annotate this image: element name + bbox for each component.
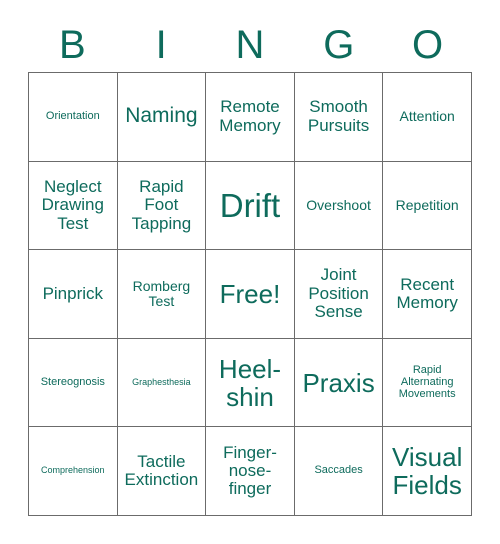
bingo-cell[interactable]: Drift: [206, 161, 295, 251]
bingo-cell-label: Drift: [219, 186, 281, 224]
bingo-cell[interactable]: Romberg Test: [117, 250, 207, 339]
bingo-cell-label: Tactile Extinction: [124, 451, 199, 490]
bingo-cell[interactable]: Graphesthesia: [117, 338, 207, 428]
bingo-cell-label: Repetition: [395, 196, 459, 213]
bingo-cell[interactable]: Visual Fields: [383, 427, 472, 516]
bingo-cell[interactable]: Stereognosis: [29, 338, 118, 428]
bingo-cell-label: Free!: [219, 278, 281, 309]
bingo-cell[interactable]: Tactile Extinction: [117, 427, 207, 516]
bingo-cell-label: Rapid Foot Tapping: [131, 176, 192, 233]
bingo-cell-label: Visual Fields: [392, 442, 463, 501]
bingo-cell[interactable]: Heel-shin: [206, 338, 295, 428]
bingo-cell-label: Rapid Alternating Movements: [398, 363, 456, 400]
bingo-cell-label: Remote Memory: [219, 97, 281, 135]
bingo-cell-label: Neglect Drawing Test: [41, 176, 104, 233]
bingo-header-letter-i: I: [155, 23, 167, 67]
bingo-header-letter-b: B: [59, 23, 86, 67]
bingo-header-letter-g: G: [323, 23, 355, 67]
bingo-cell[interactable]: Orientation: [29, 73, 118, 162]
bingo-cell[interactable]: Remote Memory: [206, 73, 295, 162]
bingo-cell-label: Pinprick: [42, 283, 104, 303]
bingo-cell[interactable]: Saccades: [294, 427, 384, 516]
bingo-cell-label: Praxis: [302, 367, 375, 398]
bingo-cell-label: Attention: [399, 108, 455, 125]
bingo-cell[interactable]: Recent Memory: [383, 250, 472, 339]
bingo-header: B I N G O: [28, 18, 472, 72]
bingo-cell-label: Stereognosis: [40, 375, 105, 388]
bingo-cell[interactable]: Finger-nose-finger: [206, 427, 295, 516]
bingo-cell-label: Saccades: [314, 464, 363, 477]
bingo-cell[interactable]: Rapid Foot Tapping: [117, 161, 207, 251]
bingo-cell[interactable]: Praxis: [294, 338, 384, 428]
bingo-cell[interactable]: Comprehension: [29, 427, 118, 516]
bingo-cell[interactable]: Attention: [383, 73, 472, 162]
bingo-cell-label: Graphesthesia: [132, 376, 191, 387]
bingo-cell-label: Comprehension: [41, 465, 105, 476]
bingo-cell[interactable]: Smooth Pursuits: [294, 73, 384, 162]
bingo-cell[interactable]: Naming: [117, 73, 207, 162]
bingo-cell[interactable]: Repetition: [383, 161, 472, 251]
bingo-cell-label: Heel-shin: [218, 353, 282, 412]
bingo-cell-label: Joint Position Sense: [308, 265, 369, 322]
bingo-cell[interactable]: Pinprick: [29, 250, 118, 339]
bingo-header-letter-n: N: [235, 23, 265, 67]
bingo-cell[interactable]: Rapid Alternating Movements: [383, 338, 472, 428]
bingo-header-letter-o: O: [412, 23, 444, 67]
bingo-cell-label: Orientation: [45, 109, 100, 122]
bingo-card: B I N G O Orientation Naming Remote Memo…: [0, 0, 500, 544]
bingo-cell-label: Naming: [125, 104, 198, 128]
bingo-cell-label: Smooth Pursuits: [307, 97, 370, 135]
bingo-cell-label: Finger-nose-finger: [223, 442, 277, 499]
bingo-cell[interactable]: Neglect Drawing Test: [29, 161, 118, 251]
bingo-cell[interactable]: Joint Position Sense: [294, 250, 384, 339]
bingo-cell-label: Romberg Test: [132, 277, 191, 309]
bingo-cell-label: Overshoot: [306, 196, 371, 213]
bingo-cell-free[interactable]: Free!: [206, 250, 295, 339]
bingo-cell-label: Recent Memory: [396, 274, 458, 312]
bingo-grid: Orientation Naming Remote Memory Smooth …: [28, 72, 472, 516]
bingo-cell[interactable]: Overshoot: [294, 161, 384, 251]
